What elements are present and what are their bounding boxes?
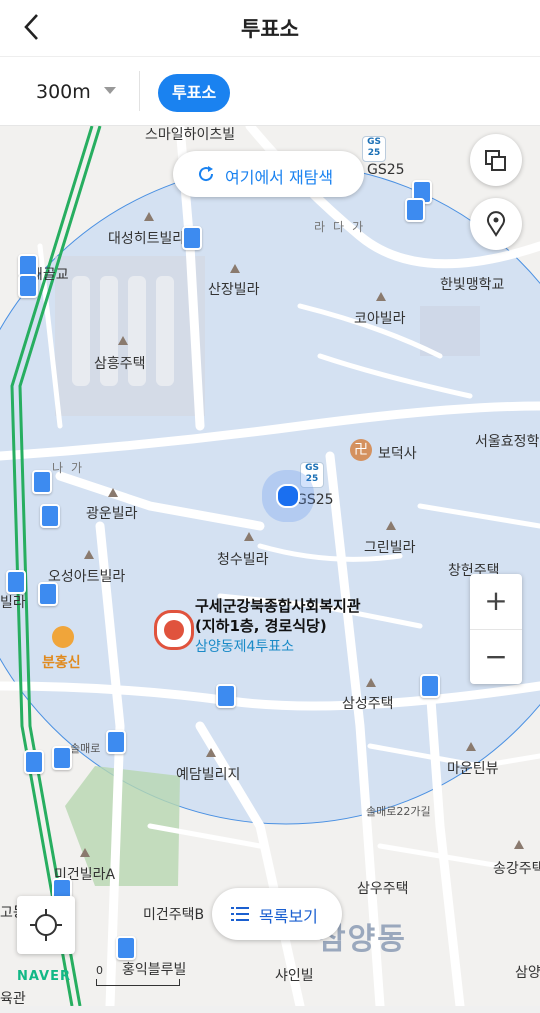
map-label: 삼양 — [515, 965, 540, 981]
bus-stop-icon[interactable] — [52, 746, 72, 770]
building-icon — [514, 840, 524, 849]
research-label: 여기에서 재탐색 — [225, 168, 334, 187]
bottom-strip — [0, 1006, 540, 1013]
bus-stop-icon[interactable] — [405, 198, 425, 222]
map-label: 샤인빌 — [275, 968, 314, 984]
bus-stop-icon[interactable] — [6, 570, 26, 594]
list-icon — [231, 907, 249, 921]
map-label: 홍익블루빌 — [122, 962, 187, 978]
convenience-store-icon[interactable]: GS 25 — [300, 462, 324, 488]
map-label: 오성아트빌라 — [48, 569, 126, 585]
building-icon — [230, 264, 240, 273]
shopping-bag-icon[interactable] — [52, 626, 74, 648]
map-label: 대성히트빌라 — [108, 231, 186, 247]
building-icon — [386, 521, 396, 530]
building-icon — [108, 488, 118, 497]
ballot-icon — [164, 620, 184, 640]
map-pin-icon — [487, 211, 505, 237]
filter-bar: 300m 투표소 — [0, 57, 540, 126]
map-label: 삼성주택 — [342, 696, 394, 712]
map-label: 송강주택 — [493, 861, 540, 877]
map-label: 코아빌라 — [354, 311, 406, 327]
bus-stop-icon[interactable] — [106, 730, 126, 754]
building-icon — [244, 532, 254, 541]
map-label: 삼우주택 — [357, 881, 409, 897]
crosshair-icon — [30, 909, 62, 941]
map-label: 보덕사 — [378, 446, 417, 462]
map-label: 분홍신 — [42, 655, 81, 671]
header: 투표소 — [0, 0, 540, 57]
bus-stop-icon[interactable] — [116, 936, 136, 960]
polling-station-name-line1: 구세군강북종합사회복지관 — [195, 597, 361, 615]
polling-station-name[interactable]: 구세군강북종합사회복지관 (지하1층, 경로식당) — [195, 596, 361, 636]
map-label: 마운틴뷰 — [447, 761, 499, 777]
building-icon — [84, 550, 94, 559]
polling-station-marker[interactable] — [154, 610, 194, 650]
refresh-icon — [199, 166, 214, 182]
map-label: 스마일하이츠빌 — [145, 127, 236, 143]
building-icon — [144, 212, 154, 221]
bus-stop-icon[interactable] — [420, 674, 440, 698]
building-icon — [118, 336, 128, 345]
scale-bar — [96, 979, 180, 986]
bus-stop-icon[interactable] — [38, 582, 58, 606]
location-pin-button[interactable] — [470, 198, 522, 250]
map-label: 예담빌리지 — [176, 767, 241, 783]
layers-icon — [485, 150, 506, 171]
building-icon — [80, 848, 90, 857]
list-view-button[interactable]: 목록보기 — [212, 888, 342, 940]
building-icon — [366, 678, 376, 687]
map-view[interactable]: 여기에서 재탐색 스마일하이츠빌 GS25 대성히트빌라 라다가 한빛맹학교 산… — [0, 126, 540, 1006]
bus-stop-icon[interactable] — [18, 274, 38, 298]
map-label: 산장빌라 — [208, 282, 260, 298]
map-label: 미건주택B — [143, 907, 205, 923]
map-label: GS25 — [296, 492, 334, 508]
bus-stop-icon[interactable] — [182, 226, 202, 250]
map-label: 광운빌라 — [86, 506, 138, 522]
zoom-out-button[interactable]: − — [470, 629, 522, 684]
map-label: 한빛맹학교 — [440, 277, 505, 293]
caret-down-icon[interactable] — [104, 87, 116, 94]
divider — [139, 71, 140, 111]
building-icon — [376, 292, 386, 301]
zoom-in-button[interactable]: + — [470, 574, 522, 628]
scale-label: 0 — [96, 964, 103, 977]
map-label: 나가 — [52, 461, 91, 475]
map-label: 서울효정학 — [475, 434, 540, 450]
map-label: 라다가 — [314, 220, 372, 234]
map-label: 솔매로 — [70, 742, 101, 755]
zoom-control: + − — [470, 574, 522, 684]
current-location-marker — [276, 484, 300, 508]
map-label: 청수빌라 — [217, 552, 269, 568]
map-label: GS25 — [367, 162, 405, 178]
map-label: 솔매로22가길 — [366, 805, 431, 818]
map-label: 그린빌라 — [364, 540, 416, 556]
layer-toggle-button[interactable] — [470, 134, 522, 186]
polling-station-label[interactable]: 삼양동제4투표소 — [195, 636, 294, 656]
building-icon — [206, 748, 216, 757]
bus-stop-icon[interactable] — [24, 750, 44, 774]
research-here-button[interactable]: 여기에서 재탐색 — [173, 151, 364, 197]
map-label: 삼흥주택 — [94, 356, 146, 372]
bus-stop-icon[interactable] — [40, 504, 60, 528]
my-location-button[interactable] — [17, 896, 75, 954]
map-label: 육관 — [0, 991, 26, 1006]
bus-stop-icon[interactable] — [32, 470, 52, 494]
category-chip[interactable]: 투표소 — [158, 74, 231, 112]
list-view-label: 목록보기 — [259, 907, 318, 926]
bus-stop-icon[interactable] — [216, 684, 236, 708]
distance-select[interactable]: 300m — [36, 81, 91, 103]
building-icon — [466, 742, 476, 751]
map-label: 빌라 — [0, 595, 26, 611]
page-title: 투표소 — [241, 17, 299, 41]
polling-station-name-line2: (지하1층, 경로식당) — [195, 617, 327, 635]
convenience-store-icon[interactable]: GS 25 — [362, 136, 386, 162]
temple-icon[interactable]: 卍 — [350, 439, 372, 461]
naver-logo: NAVER — [17, 969, 72, 984]
